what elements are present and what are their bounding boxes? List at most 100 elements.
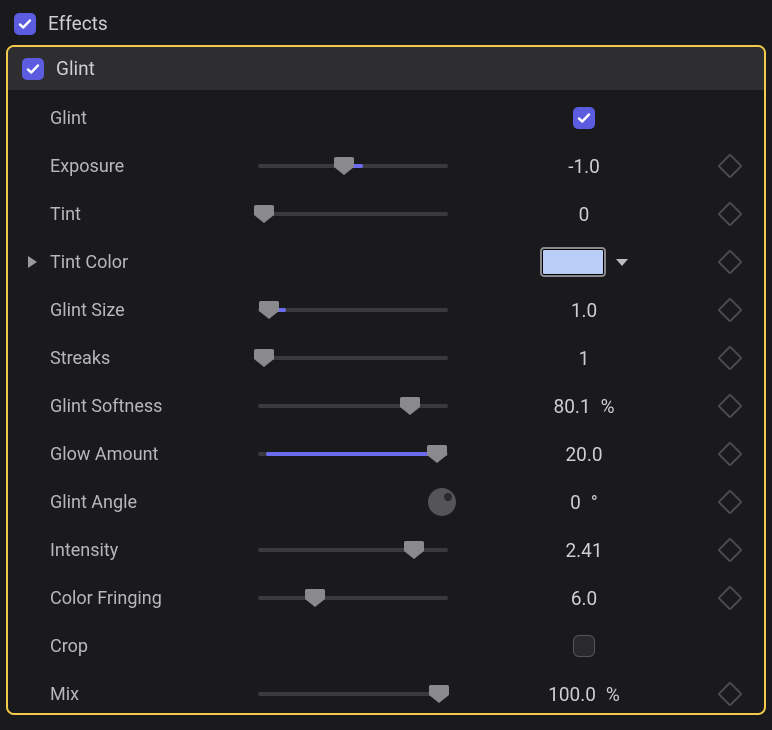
param-row-color_fringing: Color Fringing 6.0 [8, 574, 764, 622]
param-value-text[interactable]: 20.0 [565, 443, 602, 466]
tint-slider[interactable] [258, 203, 448, 225]
effects-panel: Effects Glint GlintExposure-1.0Tint0Tint… [0, 0, 772, 730]
disclosure-cell [22, 256, 42, 268]
slider-thumb-icon[interactable] [404, 541, 424, 559]
param-row-intensity: Intensity2.41 [8, 526, 764, 574]
keyframe-diamond-icon[interactable] [717, 345, 742, 370]
param-value: 0° [466, 491, 702, 514]
slider-thumb-icon[interactable] [334, 157, 354, 175]
param-value-text[interactable]: -1.0 [568, 155, 600, 178]
effects-section-title: Effects [48, 12, 108, 35]
keyframe-cell [710, 493, 750, 511]
param-row-glint_toggle: Glint [8, 94, 764, 142]
param-value-text[interactable]: 80.1 [554, 395, 591, 418]
check-icon [576, 110, 592, 126]
param-value: 1 [466, 347, 702, 370]
slider-thumb-icon[interactable] [254, 349, 274, 367]
tint_color-swatch[interactable] [540, 247, 606, 277]
glint_angle-dial[interactable] [428, 488, 456, 516]
param-control [258, 395, 458, 417]
param-value-text[interactable]: 0 [579, 203, 590, 226]
slider-track [258, 356, 448, 360]
param-value: 6.0 [466, 587, 702, 610]
param-value: 1.0 [466, 299, 702, 322]
param-label: Tint [50, 204, 250, 225]
slider-track [258, 212, 448, 216]
param-label: Crop [50, 636, 250, 657]
param-row-glint_size: Glint Size1.0 [8, 286, 764, 334]
selected-effect-highlight: Glint Glint Exposure -1.0 Tint 0 Tint Color Gl… [6, 45, 766, 715]
mix-slider[interactable] [258, 683, 448, 705]
keyframe-diamond-icon[interactable] [717, 489, 742, 514]
param-control [258, 443, 458, 465]
keyframe-diamond-icon[interactable] [717, 585, 742, 610]
param-value-text[interactable]: 1.0 [571, 299, 597, 322]
streaks-slider[interactable] [258, 347, 448, 369]
slider-thumb-icon[interactable] [254, 205, 274, 223]
slider-thumb-icon[interactable] [427, 445, 447, 463]
param-label: Streaks [50, 348, 250, 369]
keyframe-cell [710, 253, 750, 271]
glint_size-slider[interactable] [258, 299, 448, 321]
param-value-text[interactable]: 6.0 [571, 587, 597, 610]
param-value: 80.1% [466, 395, 702, 418]
exposure-slider[interactable] [258, 155, 448, 177]
keyframe-diamond-icon[interactable] [717, 681, 742, 706]
keyframe-diamond-icon[interactable] [717, 537, 742, 562]
slider-track [258, 308, 448, 312]
color_fringing-slider[interactable] [258, 587, 448, 609]
param-row-glow_amount: Glow Amount 20.0 [8, 430, 764, 478]
keyframe-diamond-icon[interactable] [717, 393, 742, 418]
crop-checkbox[interactable] [573, 635, 595, 657]
keyframe-cell [710, 685, 750, 703]
param-control [258, 587, 458, 609]
keyframe-cell [710, 445, 750, 463]
param-value: 0 [466, 203, 702, 226]
intensity-slider[interactable] [258, 539, 448, 561]
slider-thumb-icon[interactable] [429, 685, 449, 703]
param-value: 20.0 [466, 443, 702, 466]
param-control [258, 488, 458, 516]
param-label: Glint Softness [50, 396, 250, 417]
glow_amount-slider[interactable] [258, 443, 448, 465]
param-label: Tint Color [50, 252, 250, 273]
param-value: -1.0 [466, 155, 702, 178]
param-control [258, 155, 458, 177]
param-value-text[interactable]: 2.41 [565, 539, 602, 562]
param-control [258, 539, 458, 561]
param-row-tint: Tint 0 [8, 190, 764, 238]
param-label: Mix [50, 684, 250, 705]
disclosure-triangle-icon[interactable] [28, 256, 37, 268]
effects-enable-checkbox[interactable] [14, 13, 36, 35]
param-label: Exposure [50, 156, 250, 177]
slider-track [258, 596, 448, 600]
param-value [466, 635, 702, 657]
keyframe-diamond-icon[interactable] [717, 153, 742, 178]
keyframe-diamond-icon[interactable] [717, 249, 742, 274]
param-row-glint_softness: Glint Softness 80.1% [8, 382, 764, 430]
effect-enable-checkbox[interactable] [22, 58, 44, 80]
glint_softness-slider[interactable] [258, 395, 448, 417]
slider-thumb-icon[interactable] [305, 589, 325, 607]
slider-thumb-icon[interactable] [259, 301, 279, 319]
param-unit: % [601, 395, 615, 418]
param-control [258, 203, 458, 225]
param-label: Glow Amount [50, 444, 250, 465]
keyframe-diamond-icon[interactable] [717, 201, 742, 226]
keyframe-diamond-icon[interactable] [717, 441, 742, 466]
slider-track [258, 692, 448, 696]
param-label: Glint [50, 108, 250, 129]
glint_toggle-checkbox[interactable] [573, 107, 595, 129]
param-value-text[interactable]: 1 [579, 347, 590, 370]
slider-thumb-icon[interactable] [400, 397, 420, 415]
param-label: Glint Angle [50, 492, 250, 513]
effects-section-header: Effects [0, 0, 772, 45]
chevron-down-icon[interactable] [616, 259, 628, 266]
param-value: 100.0% [466, 683, 702, 706]
effect-header[interactable]: Glint [8, 47, 764, 90]
param-value-text[interactable]: 0 [570, 491, 581, 514]
param-row-exposure: Exposure -1.0 [8, 142, 764, 190]
param-label: Color Fringing [50, 588, 250, 609]
keyframe-diamond-icon[interactable] [717, 297, 742, 322]
param-value-text[interactable]: 100.0 [548, 683, 596, 706]
